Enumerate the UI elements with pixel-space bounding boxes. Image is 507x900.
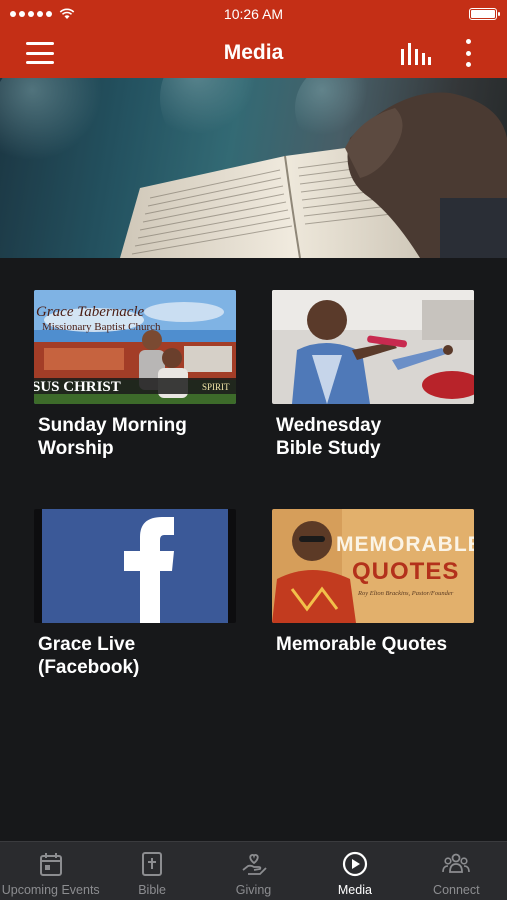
bible-study-thumbnail	[272, 290, 474, 404]
bible-icon	[142, 852, 163, 876]
facebook-thumbnail	[34, 509, 236, 623]
tab-label: Upcoming Events	[1, 883, 100, 897]
tab-label: Bible	[138, 883, 166, 897]
play-circle-icon	[342, 851, 368, 877]
tab-label: Media	[337, 883, 372, 897]
tile-grace-live-facebook[interactable]: Grace Live (Facebook)	[34, 509, 236, 679]
tab-bar: Upcoming Events Bible Giving Media Conne…	[0, 841, 507, 900]
svg-text:MEMORABLE: MEMORABLE	[336, 533, 474, 556]
tab-connect[interactable]: Connect	[406, 842, 507, 900]
tile-label: Memorable Quotes	[276, 634, 448, 655]
memorable-quotes-thumbnail: MEMORABLE QUOTES Roy Elton Brackins, Pas…	[272, 509, 474, 623]
tile-sunday-morning-worship[interactable]: Grace Tabernacle Missionary Baptist Chur…	[34, 290, 236, 460]
status-bar: 10:26 AM	[0, 0, 507, 28]
audio-bars-icon[interactable]	[398, 40, 432, 66]
giving-hand-icon	[241, 854, 267, 875]
tile-label: Wednesday Bible Study	[276, 415, 382, 459]
page-title: Media	[223, 41, 284, 64]
tab-label: Giving	[235, 883, 272, 897]
tab-media[interactable]: Media	[304, 842, 405, 900]
hamburger-menu-icon[interactable]	[26, 42, 54, 64]
tile-memorable-quotes[interactable]: MEMORABLE QUOTES Roy Elton Brackins, Pas…	[272, 509, 474, 656]
svg-text:Missionary Baptist Church: Missionary Baptist Church	[42, 321, 161, 333]
tab-bible[interactable]: Bible	[101, 842, 202, 900]
status-time: 10:26 AM	[223, 6, 284, 22]
more-options-icon[interactable]	[460, 39, 476, 67]
nav-bar: Media	[0, 28, 507, 78]
tile-label: Grace Live (Facebook)	[38, 634, 140, 678]
wifi-icon	[59, 8, 75, 19]
tab-upcoming-events[interactable]: Upcoming Events	[0, 842, 101, 900]
svg-text:SUS CHRIST: SUS CHRIST	[34, 379, 121, 395]
tile-wednesday-bible-study[interactable]: Wednesday Bible Study	[272, 290, 474, 460]
signal-icon	[10, 8, 75, 20]
tab-giving[interactable]: Giving	[203, 842, 304, 900]
tile-label: Sunday Morning Worship	[38, 415, 187, 459]
group-icon	[442, 853, 471, 873]
svg-text:QUOTES: QUOTES	[352, 558, 459, 585]
svg-text:Roy Elton Brackins, Pastor/Fou: Roy Elton Brackins, Pastor/Founder	[357, 590, 454, 597]
hero-bible-image	[0, 78, 507, 258]
calendar-icon	[39, 853, 62, 876]
tab-label: Connect	[433, 883, 480, 897]
sunday-worship-thumbnail: Grace Tabernacle Missionary Baptist Chur…	[34, 290, 236, 404]
battery-icon	[469, 8, 500, 20]
svg-text:SPIRIT: SPIRIT	[202, 382, 230, 392]
svg-text:Grace Tabernacle: Grace Tabernacle	[36, 304, 145, 320]
